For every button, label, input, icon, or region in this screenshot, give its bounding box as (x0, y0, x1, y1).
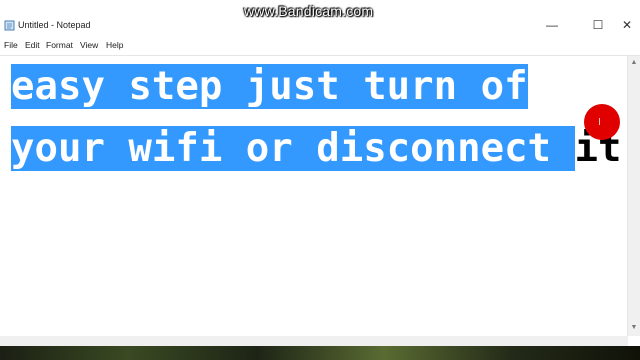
notepad-icon (4, 20, 15, 31)
selected-text-line-1[interactable]: easy step just turn of (11, 64, 528, 109)
close-button[interactable]: ✕ (612, 16, 640, 34)
horizontal-scrollbar[interactable] (0, 336, 628, 346)
window-title: Untitled - Notepad (18, 20, 91, 30)
editor-line-1: easy step just turn of (11, 58, 528, 116)
scroll-down-icon[interactable]: ▼ (630, 324, 638, 332)
text-cursor-icon: I (598, 117, 601, 128)
menu-file[interactable]: File (4, 40, 18, 51)
menu-view[interactable]: View (80, 40, 98, 51)
minimize-button[interactable]: — (537, 16, 567, 34)
notepad-window: Untitled - Notepad www.Bandicam.com — ☐ … (0, 0, 640, 360)
scroll-up-icon[interactable]: ▲ (630, 59, 638, 67)
title-bar[interactable]: Untitled - Notepad www.Bandicam.com — ☐ … (0, 0, 640, 36)
desktop-background-strip (0, 346, 640, 360)
vertical-scrollbar[interactable]: ▲ ▼ (627, 56, 640, 336)
maximize-button[interactable]: ☐ (583, 16, 613, 34)
cursor-highlight (584, 104, 620, 140)
editor-line-2: your wifi or disconnect it (11, 120, 622, 178)
menu-bar: File Edit Format View Help (0, 37, 640, 56)
selected-text-line-2[interactable]: your wifi or disconnect (11, 126, 575, 171)
recording-watermark: www.Bandicam.com (244, 3, 374, 19)
menu-help[interactable]: Help (106, 40, 123, 51)
menu-edit[interactable]: Edit (25, 40, 40, 51)
menu-format[interactable]: Format (46, 40, 73, 51)
